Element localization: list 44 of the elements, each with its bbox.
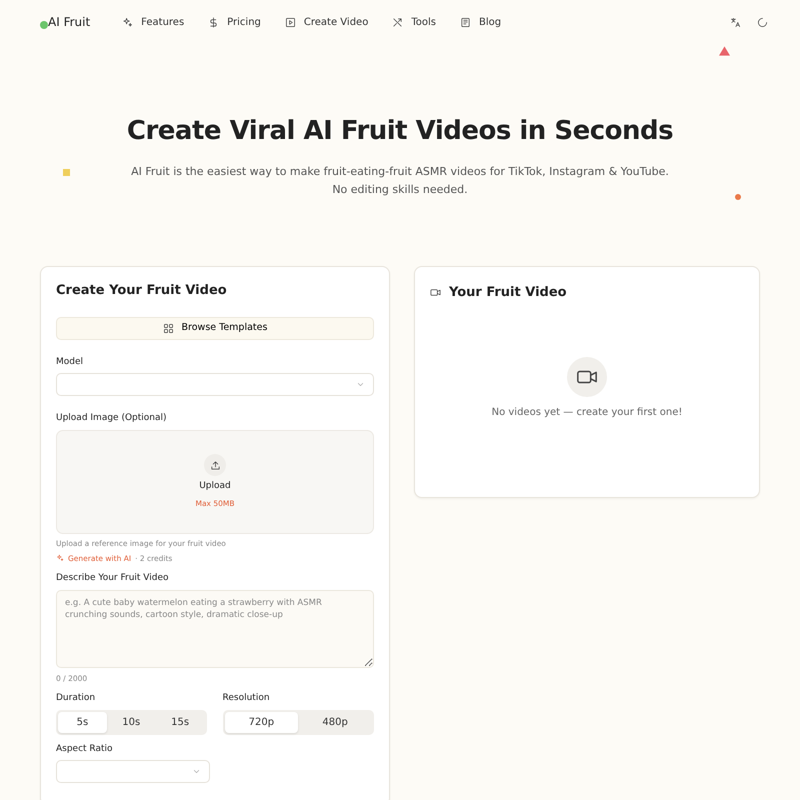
nav-link[interactable]: Blog <box>460 14 502 30</box>
spinner-icon <box>757 17 768 28</box>
nav-link[interactable]: Create Video <box>284 14 368 30</box>
tools-icon <box>392 16 404 28</box>
hero-title: Create Viral AI Fruit Videos in Seconds <box>126 116 674 148</box>
chevron-down-icon <box>356 380 365 389</box>
field-label: Model <box>56 356 84 368</box>
empty-state-text: No videos yet — create your first one! <box>492 406 682 420</box>
grid-icon <box>162 322 174 334</box>
triangle-shape <box>719 46 730 56</box>
segment-option[interactable]: 5s <box>58 712 107 733</box>
field-label: Aspect Ratio <box>56 742 114 756</box>
segment-option[interactable]: 15s <box>156 712 205 733</box>
field-label: Describe Your Fruit Video <box>56 572 170 585</box>
select-field[interactable] <box>56 373 374 396</box>
sparkle-icon <box>122 16 134 28</box>
field-label: Upload Image (Optional) <box>56 412 168 425</box>
upload-label: Upload <box>199 480 231 494</box>
select-field[interactable] <box>56 760 210 784</box>
field-label: Duration <box>56 692 96 706</box>
square-shape <box>63 169 70 176</box>
panel-title: Create Your Fruit Video <box>56 282 228 300</box>
segment-option[interactable]: 480p <box>298 712 372 733</box>
dollar-icon <box>208 16 220 28</box>
hero-subtitle: AI Fruit is the easiest way to make fruit-eating-fruit ASMR videos for TikTok, Instagram & YouTube. <box>131 164 669 180</box>
segment-option[interactable]: 720p <box>224 712 298 733</box>
nav-link[interactable]: Tools <box>392 14 436 30</box>
description-field[interactable]: e.g. A cute baby watermelon eating a strawberry with ASMR crunching sounds, cartoon style, dramatic close-up <box>56 590 374 668</box>
nav-link[interactable]: Pricing <box>208 14 261 30</box>
segment-option[interactable]: 10s <box>106 712 156 733</box>
logo-dot <box>40 20 48 28</box>
nav-link[interactable]: Features <box>122 14 184 30</box>
hero-subtitle: No editing skills needed. <box>332 182 468 198</box>
play-square-icon <box>284 16 296 28</box>
dot-shape <box>735 194 741 200</box>
field-label: Resolution <box>222 692 271 706</box>
upload-icon <box>210 460 220 471</box>
video-camera-icon <box>430 287 441 298</box>
translate-icon <box>730 17 741 28</box>
brand-name[interactable]: AI Fruit <box>48 13 90 31</box>
panel-title: Your Fruit Video <box>449 284 567 302</box>
newspaper-icon <box>460 16 471 28</box>
sparkle-icon <box>56 554 64 562</box>
browse-templates-button[interactable]: Browse Templates <box>56 316 374 340</box>
